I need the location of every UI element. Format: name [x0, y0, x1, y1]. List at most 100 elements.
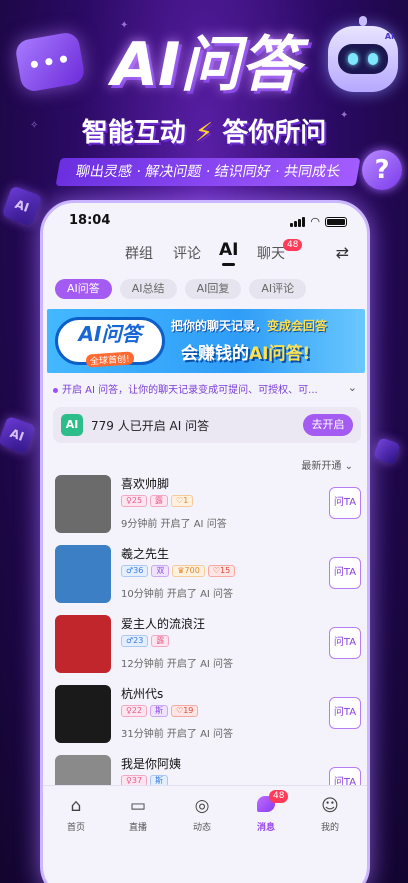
sort-dropdown[interactable]: 最新开通 ⌄ [301, 457, 353, 472]
user-tag: ♀22 [121, 705, 148, 717]
tab-chat[interactable]: 聊天 [257, 243, 285, 263]
user-tags: ♀25 露 ♡1 [121, 495, 194, 507]
tab-live[interactable]: ▭ 直播 [113, 796, 163, 833]
ai-qa-banner[interactable]: AI问答 全球首创! 把你的聊天记录，变成会回答 会赚钱的AI问答! [47, 309, 365, 373]
tab-groups[interactable]: 群组 [125, 243, 153, 263]
banner-badge-title: AI问答 [78, 322, 142, 346]
user-tag: 斯 [150, 705, 169, 717]
chip-ai-reply[interactable]: AI回复 [184, 279, 242, 299]
user-name: 杭州代s [121, 687, 164, 701]
enabled-count-text: 779 人已开启 AI 问答 [91, 419, 210, 433]
list-item[interactable]: 杭州代s ♀22 斯 ♡19 31分钟前 开启了 AI 问答 问TA [53, 683, 363, 753]
user-tag: ♡19 [171, 705, 199, 717]
battery-icon [325, 216, 347, 227]
chat-unread-badge: 48 [283, 239, 303, 251]
tab-moments-label: 动态 [192, 823, 211, 833]
promo-subtitle-left: 智能互动 [81, 118, 186, 148]
ask-ta-button[interactable]: 问TA [329, 627, 361, 659]
user-tag: ♡15 [207, 565, 236, 577]
user-tag: ♀25 [121, 495, 148, 507]
banner-line-2b: AI问答! [249, 344, 311, 364]
ask-ta-button[interactable]: 问TA [329, 697, 361, 729]
tab-home-label: 首页 [66, 823, 85, 833]
message-unread-badge: 48 [269, 790, 289, 803]
home-icon: ⌂ [70, 796, 82, 816]
notice-bar[interactable]: 开启 AI 问答，让你的聊天记录变成可提问、可授权、可... ⌄ [53, 381, 363, 397]
list-item[interactable]: 喜欢帅脚 ♀25 露 ♡1 9分钟前 开启了 AI 问答 问TA [53, 473, 363, 543]
chevron-down-icon[interactable]: ⌄ [348, 381, 357, 394]
tab-comments[interactable]: 评论 [173, 243, 201, 263]
avatar[interactable] [55, 475, 111, 533]
user-name: 羲之先生 [121, 547, 170, 561]
banner-line-1b: 变成会回答 [267, 319, 328, 333]
user-tag: 露 [150, 495, 169, 507]
status-bar: 18:04 ◠ [43, 213, 367, 233]
question-icon: ? [362, 150, 402, 190]
ai-cube-icon: AI [0, 415, 37, 455]
avatar[interactable] [55, 545, 111, 603]
user-list: 喜欢帅脚 ♀25 露 ♡1 9分钟前 开启了 AI 问答 问TA 羲之先生 ♂36 双… [53, 473, 363, 823]
tab-profile[interactable]: ☺ 我的 [305, 796, 355, 833]
list-item[interactable]: 羲之先生 ♂36 双 ♛700 ♡15 10分钟前 开启了 AI 问答 问TA [53, 543, 363, 613]
robot-icon: AI [328, 16, 398, 92]
tab-ai[interactable]: AI [219, 240, 238, 266]
enable-ai-card: AI 779 人已开启 AI 问答 去开启 [53, 407, 361, 443]
user-tag: ♂36 [121, 565, 149, 577]
tab-moments[interactable]: ◎ 动态 [177, 796, 227, 833]
tab-live-label: 直播 [128, 823, 147, 833]
enabled-time: 9分钟前 开启了 AI 问答 [121, 519, 227, 530]
chat-bubble-icon: ••• [13, 30, 87, 94]
promo-header: ✦ ✦ ✧ ••• AI问答 AI 智能互动 ⚡ 答你所问 聊出灵感 · 解决问… [0, 0, 408, 210]
filter-icon[interactable]: ⇄ [336, 243, 349, 262]
tab-messages-label: 消息 [256, 823, 275, 833]
banner-badge: AI问答 全球首创! [55, 317, 165, 368]
sort-label: 最新开通 [301, 461, 342, 472]
ai-logo-icon: AI [61, 414, 83, 436]
signal-icon [290, 216, 306, 227]
ai-feature-chips: AI问答 AI总结 AI回复 AI评论 [55, 279, 307, 299]
robot-badge: AI [384, 32, 394, 41]
bubble-dots: ••• [26, 46, 74, 78]
banner-line-1a: 把你的聊天记录， [171, 319, 268, 333]
user-name: 爱主人的流浪汪 [121, 617, 206, 631]
avatar[interactable] [55, 685, 111, 743]
top-tabs: 群组 评论 AI 聊天 48 ⇄ [43, 239, 367, 269]
list-item[interactable]: 爱主人的流浪汪 ♂23 露 12分钟前 开启了 AI 问答 问TA [53, 613, 363, 683]
user-tag: 双 [151, 565, 170, 577]
promo-subtitle: 智能互动 ⚡ 答你所问 [0, 112, 408, 149]
user-tags: ♂23 露 [121, 635, 170, 647]
lightning-icon: ⚡ [194, 118, 214, 148]
user-tag: ♛700 [172, 565, 205, 577]
cube-decoration-icon [372, 436, 402, 466]
enabled-time: 12分钟前 开启了 AI 问答 [121, 659, 234, 670]
promo-subtitle-right: 答你所问 [222, 118, 327, 148]
chip-ai-summary[interactable]: AI总结 [119, 279, 177, 299]
promo-tagline: 聊出灵感 · 解决问题 · 结识同好 · 共同成长 [55, 158, 361, 186]
ask-ta-button[interactable]: 问TA [329, 487, 361, 519]
chip-ai-comment[interactable]: AI评论 [249, 279, 307, 299]
enable-button[interactable]: 去开启 [303, 414, 353, 436]
banner-line-2: 会赚钱的AI问答! [181, 339, 310, 364]
tab-messages[interactable]: 48 消息 [241, 790, 291, 833]
promo-title: AI问答 [111, 30, 301, 100]
avatar[interactable] [55, 615, 111, 673]
moments-icon: ◎ [194, 796, 210, 816]
bottom-tab-bar: ⌂ 首页 ▭ 直播 ◎ 动态 48 消息 ☺ 我的 [43, 785, 367, 845]
ask-ta-button[interactable]: 问TA [329, 557, 361, 589]
chevron-down-icon: ⌄ [344, 461, 353, 472]
tab-profile-label: 我的 [320, 823, 339, 833]
enabled-time: 10分钟前 开启了 AI 问答 [121, 589, 234, 600]
video-icon: ▭ [129, 796, 147, 816]
profile-icon: ☺ [321, 796, 339, 816]
notice-dot-icon [53, 387, 58, 393]
notice-text: 开启 AI 问答，让你的聊天记录变成可提问、可授权、可... [62, 385, 318, 396]
user-tag: 露 [151, 635, 170, 647]
user-tags: ♀22 斯 ♡19 [121, 705, 199, 717]
user-tags: ♂36 双 ♛700 ♡15 [121, 565, 236, 577]
wifi-icon: ◠ [310, 215, 320, 228]
banner-line-1: 把你的聊天记录，变成会回答 [171, 317, 327, 334]
user-name: 喜欢帅脚 [121, 477, 170, 491]
chip-ai-qa[interactable]: AI问答 [55, 279, 112, 299]
tab-home[interactable]: ⌂ 首页 [51, 796, 101, 833]
user-tag: ♂23 [121, 635, 149, 647]
